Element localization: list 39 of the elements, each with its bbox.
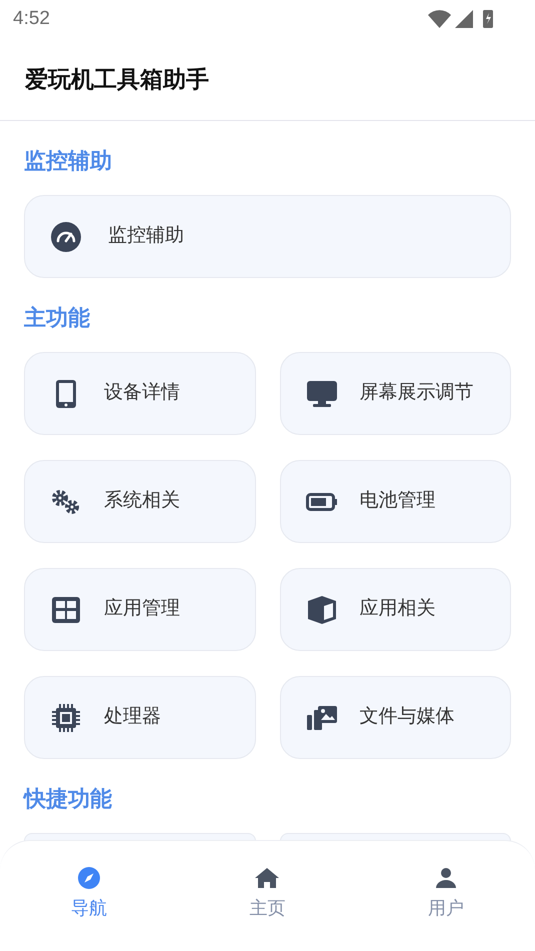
user-icon [434,867,457,889]
home-icon [254,867,280,889]
cube-icon [306,594,336,624]
feature-card[interactable]: 监控辅助 [24,195,511,278]
feature-card[interactable]: 文件与媒体 [280,676,511,759]
gauge-icon [50,220,82,252]
compass-icon [78,867,100,889]
feature-label: 监控辅助 [108,224,184,248]
grid-icon [51,596,81,624]
feature-label: 文件与媒体 [360,705,454,730]
chip-icon [51,702,81,732]
feature-card[interactable]: 设备详情 [24,352,256,435]
wifi-icon [428,10,451,28]
status-time: 4:52 [13,6,50,31]
section-title: 快捷功能 [24,785,113,813]
feature-label: 应用管理 [104,597,180,622]
feature-label: 电池管理 [360,489,436,514]
feature-label: 处理器 [104,705,161,730]
monitor-icon [306,380,338,408]
section-title: 监控辅助 [24,147,113,175]
gears-icon [50,488,82,514]
nav-tab[interactable]: 导航 [0,867,178,922]
feature-card[interactable]: 处理器 [24,676,256,759]
photos-icon [306,704,338,730]
feature-card[interactable]: 应用管理 [24,568,256,651]
phone-icon [55,378,77,408]
feature-card[interactable]: 电池管理 [280,460,511,543]
battery-icon [483,10,493,28]
feature-label: 系统相关 [104,489,180,514]
signal-icon [455,10,473,28]
feature-label: 屏幕展示调节 [360,381,474,406]
feature-label: 应用相关 [360,597,436,622]
section-title: 主功能 [24,304,91,332]
feature-label: 设备详情 [104,381,180,406]
feature-card[interactable]: 屏幕展示调节 [280,352,511,435]
feature-card[interactable]: 系统相关 [24,460,256,543]
feature-card[interactable]: 应用相关 [280,568,511,651]
app-title: 爱玩机工具箱助手 [25,64,209,94]
battery-icon [306,492,338,510]
